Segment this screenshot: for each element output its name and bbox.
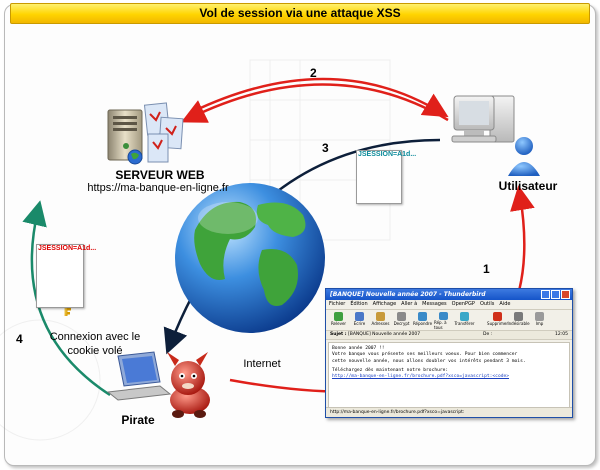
email-from-label: De : bbox=[482, 332, 493, 337]
diagram-canvas: Vol de session via une attaque XSS JSESS… bbox=[0, 0, 600, 470]
menu-item[interactable]: Aide bbox=[499, 300, 510, 309]
maximize-icon[interactable] bbox=[551, 290, 560, 299]
stolen-cookie-document: JSESSION=A1d... bbox=[36, 244, 97, 308]
arrow-step-2 bbox=[181, 83, 449, 123]
step-2-number: 2 bbox=[310, 66, 317, 80]
toolbar-reply-all-button[interactable]: Rép. à tous bbox=[434, 310, 453, 330]
email-status-bar: http://ma-banque-en-ligne.fr/brochure.pd… bbox=[326, 407, 572, 417]
user-person-icon bbox=[508, 137, 540, 176]
menu-item[interactable]: Édition bbox=[350, 300, 367, 309]
pirate-label: Pirate bbox=[121, 413, 155, 427]
menu-item[interactable]: Messages bbox=[422, 300, 447, 309]
internet-label: Internet bbox=[243, 358, 281, 370]
user-cookie-token: JSESSION=A1d... bbox=[358, 151, 417, 158]
step-3-number: 3 bbox=[322, 141, 329, 155]
email-toolbar: Relever Écrire Adresses Decrypt Répondre… bbox=[326, 310, 572, 331]
toolbar-adresses-button[interactable]: Adresses bbox=[371, 310, 390, 330]
menu-item[interactable]: Fichier bbox=[329, 300, 345, 309]
user-computer-icon bbox=[451, 95, 515, 143]
menu-item[interactable]: Outils bbox=[480, 300, 494, 309]
user-cookie-document: JSESSION=A1d... bbox=[356, 150, 417, 204]
email-subject: [BANQUE] Nouvelle année 2007 bbox=[348, 332, 421, 337]
user-label: Utilisateur bbox=[498, 179, 558, 193]
stolen-cookie-line1: Connexion avec le bbox=[49, 331, 141, 343]
toolbar-repondre-button[interactable]: Répondre bbox=[413, 310, 432, 330]
menu-item[interactable]: Aller à bbox=[401, 300, 417, 309]
email-window-title: [BANQUE] Nouvelle année 2007 - Thunderbi… bbox=[330, 291, 486, 298]
toolbar-relever-button[interactable]: Relever bbox=[329, 310, 348, 330]
email-menu-bar: Fichier Édition Affichage Aller à Messag… bbox=[326, 300, 572, 310]
stolen-cookie-line2: cookie volé bbox=[67, 345, 123, 357]
email-body: Bonne année 2007 !! Votre banque vous pr… bbox=[328, 342, 570, 408]
server-name: SERVEUR WEB bbox=[115, 168, 205, 182]
toolbar-supprimer-button[interactable]: Supprimer bbox=[487, 310, 508, 330]
step-1-number: 1 bbox=[483, 262, 490, 276]
menu-item[interactable]: Affichage bbox=[373, 300, 397, 309]
menu-item[interactable]: OpenPGP bbox=[452, 300, 475, 309]
pirate-laptop-icon bbox=[106, 351, 172, 401]
minimize-icon[interactable] bbox=[541, 290, 550, 299]
toolbar-indesirable-button[interactable]: Indésirable bbox=[507, 310, 530, 330]
toolbar-ecrire-button[interactable]: Écrire bbox=[350, 310, 369, 330]
phishing-email-window: [BANQUE] Nouvelle année 2007 - Thunderbi… bbox=[325, 288, 573, 418]
email-window-titlebar: [BANQUE] Nouvelle année 2007 - Thunderbi… bbox=[326, 289, 572, 300]
pirate-demon-icon bbox=[167, 352, 210, 418]
toolbar-decrypt-button[interactable]: Decrypt bbox=[392, 310, 411, 330]
toolbar-imprimer-button[interactable]: Imp bbox=[530, 310, 549, 330]
internet-globe-icon bbox=[175, 183, 325, 333]
web-server-icon bbox=[107, 102, 184, 165]
close-icon[interactable] bbox=[561, 290, 570, 299]
stolen-cookie-token: JSESSION=A1d... bbox=[38, 245, 97, 252]
toolbar-transferer-button[interactable]: Transférer bbox=[454, 310, 475, 330]
step-4-number: 4 bbox=[16, 332, 23, 346]
email-header: Sujet : [BANQUE] Nouvelle année 2007 De … bbox=[326, 331, 572, 340]
malicious-link[interactable]: http://ma-banque-en-ligne.fr/brochure.pd… bbox=[332, 374, 566, 380]
email-time: 12:05 bbox=[555, 332, 568, 337]
server-url: https://ma-banque-en-ligne.fr bbox=[87, 182, 229, 194]
